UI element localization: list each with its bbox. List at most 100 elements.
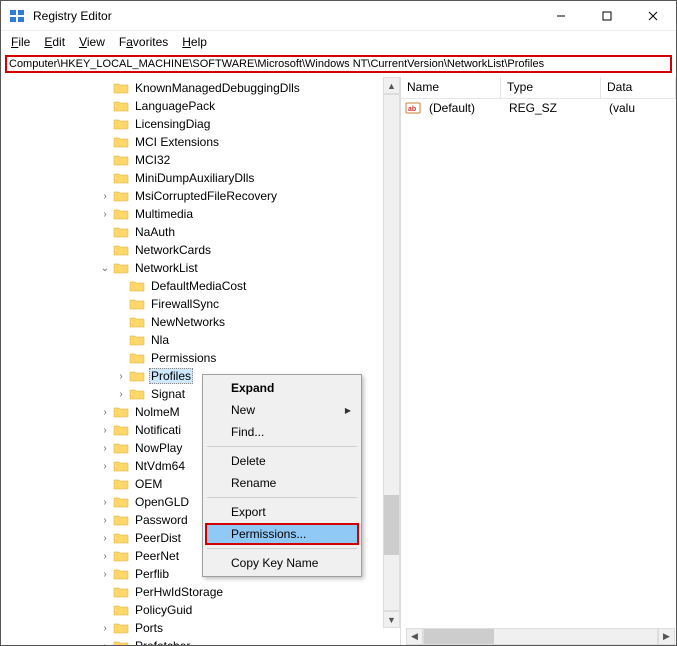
minimize-button[interactable]	[538, 1, 584, 30]
tree-item-label: PerHwIdStorage	[133, 585, 225, 599]
tree-item-label: NetworkList	[133, 261, 200, 275]
chevron-down-icon[interactable]: ⌄	[97, 263, 113, 274]
maximize-button[interactable]	[584, 1, 630, 30]
context-menu-new[interactable]: New	[205, 399, 359, 421]
chevron-right-icon[interactable]: ›	[97, 551, 113, 562]
folder-icon	[113, 549, 129, 563]
column-header-data[interactable]: Data	[601, 77, 676, 98]
folder-icon	[113, 405, 129, 419]
folder-icon	[113, 423, 129, 437]
menu-help[interactable]: Help	[176, 33, 213, 51]
tree-item-label: Multimedia	[133, 207, 195, 221]
tree-item-label: NetworkCards	[133, 243, 213, 257]
svg-text:ab: ab	[408, 106, 416, 113]
column-header-name[interactable]: Name	[401, 77, 501, 98]
column-header-type[interactable]: Type	[501, 77, 601, 98]
folder-icon	[113, 135, 129, 149]
tree-item[interactable]: ›MsiCorruptedFileRecovery	[1, 187, 400, 205]
tree-item[interactable]: ›DefaultMediaCost	[1, 277, 400, 295]
string-value-icon: ab	[405, 100, 421, 116]
folder-icon	[113, 621, 129, 635]
menu-favorites[interactable]: Favorites	[113, 33, 174, 51]
chevron-right-icon[interactable]: ›	[97, 623, 113, 634]
folder-icon	[113, 171, 129, 185]
chevron-right-icon[interactable]: ›	[97, 209, 113, 220]
menu-view[interactable]: View	[73, 33, 111, 51]
menu-file[interactable]: File	[5, 33, 36, 51]
tree-item[interactable]: ›MCI32	[1, 151, 400, 169]
value-type: REG_SZ	[503, 101, 603, 115]
tree-item-label: NowPlay	[133, 441, 184, 455]
context-menu-delete[interactable]: Delete	[205, 450, 359, 472]
chevron-right-icon[interactable]: ›	[113, 371, 129, 382]
menu-bar: FileEditViewFavoritesHelp	[1, 31, 676, 53]
scroll-thumb[interactable]	[424, 629, 494, 644]
tree-item-label: Perflib	[133, 567, 171, 581]
folder-icon	[113, 261, 129, 275]
tree-item[interactable]: ›MiniDumpAuxiliaryDlls	[1, 169, 400, 187]
scroll-up-button[interactable]: ▲	[383, 77, 400, 94]
chevron-right-icon[interactable]: ›	[97, 641, 113, 646]
chevron-right-icon[interactable]: ›	[97, 569, 113, 580]
tree-item-label: OpenGLD	[133, 495, 191, 509]
folder-icon	[113, 495, 129, 509]
tree-item[interactable]: ›MCI Extensions	[1, 133, 400, 151]
menu-separator	[207, 548, 357, 549]
folder-icon	[113, 603, 129, 617]
folder-icon	[113, 513, 129, 527]
tree-item-label: DefaultMediaCost	[149, 279, 248, 293]
tree-item[interactable]: ›Prefetcher	[1, 637, 400, 645]
folder-icon	[113, 153, 129, 167]
tree-item[interactable]: ›Ports	[1, 619, 400, 637]
tree-item[interactable]: ⌄ NetworkList	[1, 259, 400, 277]
chevron-right-icon[interactable]: ›	[97, 425, 113, 436]
address-bar[interactable]: Computer\HKEY_LOCAL_MACHINE\SOFTWARE\Mic…	[5, 55, 672, 73]
chevron-right-icon[interactable]: ›	[113, 389, 129, 400]
scroll-right-button[interactable]: ▶	[658, 628, 675, 645]
context-menu-permissions[interactable]: Permissions...	[205, 523, 359, 545]
chevron-right-icon[interactable]: ›	[97, 191, 113, 202]
chevron-right-icon[interactable]: ›	[97, 533, 113, 544]
scroll-thumb[interactable]	[384, 495, 399, 555]
chevron-right-icon[interactable]: ›	[97, 497, 113, 508]
tree-item-label: Notificati	[133, 423, 183, 437]
value-row[interactable]: ab(Default)REG_SZ(valu	[401, 99, 676, 117]
chevron-right-icon[interactable]: ›	[97, 515, 113, 526]
tree-item[interactable]: ›LanguagePack	[1, 97, 400, 115]
tree-item[interactable]: ›Permissions	[1, 349, 400, 367]
values-horizontal-scrollbar[interactable]: ◀ ▶	[406, 628, 675, 645]
tree-item[interactable]: ›LicensingDiag	[1, 115, 400, 133]
tree-item[interactable]: ›NetworkCards	[1, 241, 400, 259]
tree-item[interactable]: ›KnownManagedDebuggingDlls	[1, 79, 400, 97]
tree-item-label: NewNetworks	[149, 315, 227, 329]
tree-vertical-scrollbar[interactable]: ▲ ▼	[383, 77, 400, 628]
tree-item[interactable]: ›PerHwIdStorage	[1, 583, 400, 601]
tree-item[interactable]: ›NewNetworks	[1, 313, 400, 331]
context-menu-find[interactable]: Find...	[205, 421, 359, 443]
tree-item[interactable]: ›NaAuth	[1, 223, 400, 241]
tree-item[interactable]: ›FirewallSync	[1, 295, 400, 313]
context-menu-rename[interactable]: Rename	[205, 472, 359, 494]
tree-item-label: Signat	[149, 387, 187, 401]
tree-item[interactable]: › Multimedia	[1, 205, 400, 223]
context-menu-export[interactable]: Export	[205, 501, 359, 523]
context-menu-copy-key-name[interactable]: Copy Key Name	[205, 552, 359, 574]
title-bar: Registry Editor	[1, 1, 676, 31]
menu-separator	[207, 446, 357, 447]
tree-item-label: LicensingDiag	[133, 117, 212, 131]
chevron-right-icon[interactable]: ›	[97, 407, 113, 418]
scroll-left-button[interactable]: ◀	[406, 628, 423, 645]
chevron-right-icon[interactable]: ›	[97, 443, 113, 454]
tree-item-label: MiniDumpAuxiliaryDlls	[133, 171, 256, 185]
close-button[interactable]	[630, 1, 676, 30]
menu-edit[interactable]: Edit	[38, 33, 71, 51]
scroll-down-button[interactable]: ▼	[383, 611, 400, 628]
chevron-right-icon[interactable]: ›	[97, 461, 113, 472]
tree-item[interactable]: ›PolicyGuid	[1, 601, 400, 619]
folder-icon	[113, 117, 129, 131]
tree-item-label: PeerDist	[133, 531, 183, 545]
tree-item-label: PolicyGuid	[133, 603, 194, 617]
context-menu-expand[interactable]: Expand	[205, 377, 359, 399]
tree-item[interactable]: ›Nla	[1, 331, 400, 349]
folder-icon	[129, 297, 145, 311]
